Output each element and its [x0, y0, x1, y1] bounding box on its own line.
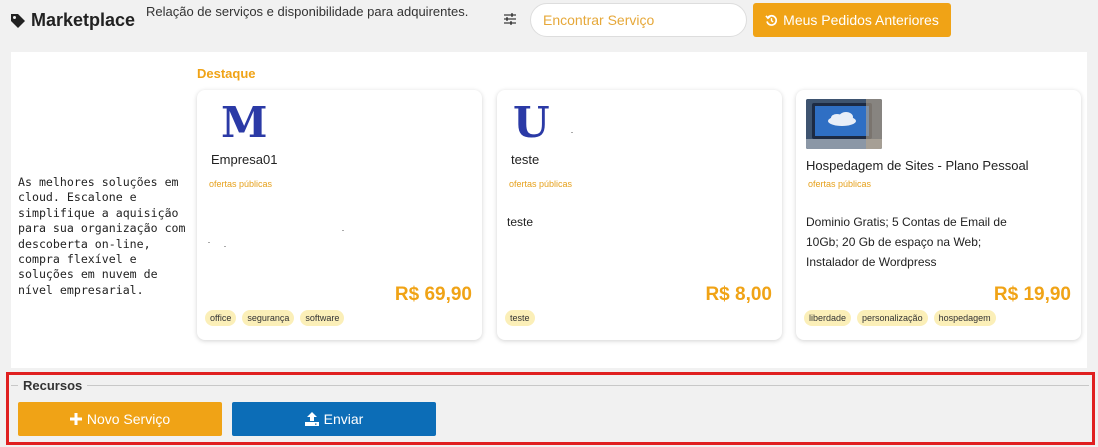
service-category: ofertas públicas: [509, 179, 573, 189]
company-logo: U: [513, 98, 550, 147]
history-icon: [765, 14, 778, 26]
placeholder-dot: [224, 246, 226, 247]
service-description: Dominio Gratis; 5 Contas de Email de 10G…: [806, 215, 1007, 269]
service-price: R$ 8,00: [705, 284, 772, 305]
tag-list: office segurança software: [205, 310, 345, 326]
service-description: teste: [507, 215, 534, 229]
service-card[interactable]: M Empresa01 ofertas públicas R$ 69,90 of…: [197, 90, 482, 340]
divider: [11, 385, 1089, 386]
service-category: ofertas públicas: [209, 179, 273, 189]
tag-chip[interactable]: office: [205, 310, 237, 326]
service-price: R$ 19,90: [993, 284, 1071, 305]
service-name: teste: [511, 152, 540, 167]
upload-icon: [304, 412, 319, 426]
service-card[interactable]: Hospedagem de Sites - Plano Pessoal ofer…: [796, 90, 1081, 340]
placeholder-dot: [571, 132, 573, 133]
tag-icon: [11, 13, 25, 28]
placeholder-dot: [208, 242, 210, 243]
tag-chip[interactable]: personalização: [857, 310, 928, 326]
tag-chip[interactable]: software: [300, 310, 345, 326]
tag-chip[interactable]: teste: [505, 310, 535, 326]
service-category: ofertas públicas: [808, 179, 872, 189]
top-bar: Marketplace Relação de serviços e dispon…: [0, 0, 1098, 44]
resources-legend: Recursos: [18, 378, 88, 393]
previous-orders-label: Meus Pedidos Anteriores: [783, 12, 939, 28]
send-label: Enviar: [323, 411, 364, 427]
service-card[interactable]: U teste ofertas públicas teste R$ 8,00 t…: [497, 90, 782, 340]
tag-list: teste: [505, 310, 535, 326]
tag-list: liberdade personalização hospedagem: [804, 310, 996, 326]
previous-orders-button[interactable]: Meus Pedidos Anteriores: [753, 3, 951, 37]
brand: Marketplace: [10, 10, 135, 31]
laptop-image: [806, 99, 882, 149]
featured-label: Destaque: [197, 66, 256, 81]
marketplace-panel: As melhores soluções em cloud. Escalone …: [11, 52, 1087, 368]
tag-chip[interactable]: hospedagem: [933, 310, 996, 326]
service-name: Hospedagem de Sites - Plano Pessoal: [806, 158, 1029, 173]
service-price: R$ 69,90: [394, 284, 472, 305]
service-thumbnail: [806, 99, 882, 149]
search-input[interactable]: [530, 3, 747, 37]
tag-chip[interactable]: liberdade: [804, 310, 852, 326]
service-name: Empresa01: [211, 152, 278, 167]
send-button[interactable]: Enviar: [232, 402, 436, 436]
resources-section: Recursos Novo Serviço Enviar: [6, 372, 1095, 445]
new-service-label: Novo Serviço: [86, 411, 171, 427]
new-service-button[interactable]: Novo Serviço: [18, 402, 222, 436]
page-subtitle: Relação de serviços e disponibilidade pa…: [146, 4, 469, 19]
plus-icon: [69, 413, 82, 425]
company-logo: M: [221, 98, 268, 147]
page-title: Marketplace: [31, 10, 136, 30]
filter-icon[interactable]: [502, 11, 518, 27]
tag-chip[interactable]: segurança: [242, 310, 295, 326]
intro-text: As melhores soluções em cloud. Escalone …: [18, 175, 186, 297]
placeholder-dot: [342, 230, 344, 231]
